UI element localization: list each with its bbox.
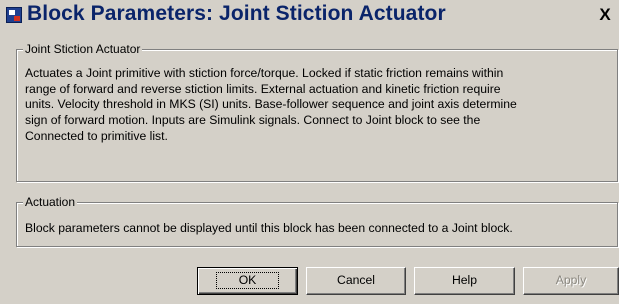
description-line: Connected to primitive list. xyxy=(25,128,168,143)
description-line: range of forward and reverse stiction li… xyxy=(25,81,501,96)
help-button[interactable]: Help xyxy=(414,267,515,295)
description-line: Actuates a Joint primitive with stiction… xyxy=(25,66,504,80)
cancel-button[interactable]: Cancel xyxy=(306,267,406,295)
description-text: Actuates a Joint primitive with stiction… xyxy=(25,66,613,145)
description-group-legend: Joint Stiction Actuator xyxy=(23,42,143,56)
description-group: Joint Stiction Actuator Actuates a Joint… xyxy=(16,42,618,182)
ok-button[interactable]: OK xyxy=(197,267,298,295)
simulink-block-icon xyxy=(6,7,22,23)
actuation-group-legend: Actuation xyxy=(23,195,78,209)
description-line: sign of forward motion. Inputs are Simul… xyxy=(25,113,481,128)
window-title: Block Parameters: Joint Stiction Actuato… xyxy=(27,2,446,25)
apply-button[interactable]: Apply xyxy=(523,267,619,295)
actuation-group: Actuation Block parameters cannot be dis… xyxy=(16,195,618,247)
description-line: units. Velocity threshold in MKS (SI) un… xyxy=(25,97,517,112)
close-button[interactable]: X xyxy=(597,6,613,23)
ok-button-label: OK xyxy=(215,272,280,289)
title-bar[interactable]: Block Parameters: Joint Stiction Actuato… xyxy=(0,0,619,30)
actuation-message: Block parameters cannot be displayed unt… xyxy=(25,221,513,235)
